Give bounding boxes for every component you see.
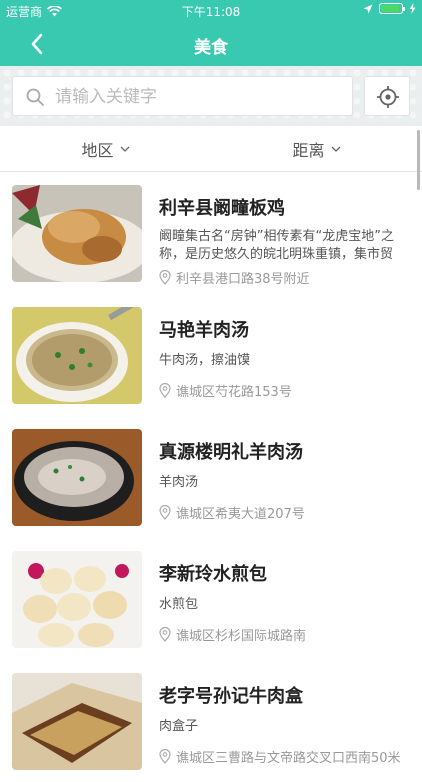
address-text: 谯城区希夷大道207号 — [176, 507, 305, 522]
address-text: 谯城区芍花路153号 — [176, 385, 292, 400]
locate-button[interactable] — [364, 76, 410, 116]
restaurant-address: 谯城区希夷大道207号 — [159, 503, 305, 522]
location-arrow-icon — [363, 4, 373, 13]
filter-region-dropdown[interactable]: 地区 — [0, 126, 211, 171]
restaurant-address: 谯城区杉杉国际城路南 — [159, 625, 306, 644]
restaurant-description: 羊肉汤 — [159, 475, 199, 490]
map-pin-icon — [159, 749, 171, 764]
map-pin-icon — [159, 383, 171, 398]
list-item[interactable]: 李新玲水煎包 水煎包 谯城区杉杉国际城路南 — [0, 538, 422, 660]
status-right — [363, 3, 416, 14]
search-icon — [26, 88, 44, 106]
list-item[interactable]: 真源楼明礼羊肉汤 羊肉汤 谯城区希夷大道207号 — [0, 416, 422, 538]
food-photo — [12, 307, 142, 404]
list-item[interactable]: 老字号孙记牛肉盒 肉盒子 谯城区三曹路与文帝路交叉口西南50米 — [0, 660, 422, 782]
filter-distance-dropdown[interactable]: 距离 — [211, 126, 422, 171]
page-title: 美食 — [194, 38, 228, 58]
filter-region-label: 地区 — [81, 140, 114, 160]
search-bar — [0, 66, 422, 126]
list-item[interactable]: 马艳羊肉汤 牛肉汤，擦油馍 谯城区芍花路153号 — [0, 294, 422, 416]
restaurant-name: 马艳羊肉汤 — [159, 320, 249, 341]
restaurant-address: 谯城区芍花路153号 — [159, 381, 292, 400]
food-photo — [12, 551, 142, 648]
map-pin-icon — [159, 505, 171, 520]
restaurant-name: 李新玲水煎包 — [159, 564, 267, 585]
restaurant-description: 阚疃集古名“房钟”相传素有“龙虎宝地”之称，是历史悠久的皖北明珠重镇，集市贸易… — [159, 229, 394, 262]
restaurant-name: 老字号孙记牛肉盒 — [159, 686, 303, 707]
map-pin-icon — [159, 270, 171, 285]
status-bar: 运营商 下午11:08 — [0, 0, 422, 22]
address-text: 利辛县港口路38号附近 — [176, 272, 310, 287]
list-item[interactable]: 利辛县阚疃板鸡 阚疃集古名“房钟”相传素有“龙虎宝地”之称，是历史悠久的皖北明珠… — [0, 172, 422, 294]
app-header: 运营商 下午11:08 美食 — [0, 0, 422, 66]
food-photo — [12, 185, 142, 282]
crosshair-icon — [377, 86, 399, 108]
restaurant-name: 真源楼明礼羊肉汤 — [159, 442, 303, 463]
restaurant-address: 利辛县港口路38号附近 — [159, 268, 310, 287]
charging-bolt-icon — [409, 3, 416, 14]
filter-distance-label: 距离 — [292, 140, 325, 160]
chevron-down-icon — [331, 146, 340, 152]
scroll-indicator[interactable] — [417, 130, 420, 190]
search-input[interactable] — [53, 77, 347, 117]
restaurant-list: 利辛县阚疃板鸡 阚疃集古名“房钟”相传素有“龙虎宝地”之称，是历史悠久的皖北明珠… — [0, 172, 422, 782]
restaurant-name: 利辛县阚疃板鸡 — [159, 198, 285, 219]
status-time: 下午11:08 — [181, 5, 241, 19]
restaurant-description: 水煎包 — [159, 597, 199, 612]
filter-bar: 地区 距离 — [0, 126, 422, 172]
food-photo — [12, 673, 142, 770]
chevron-down-icon — [120, 146, 129, 152]
map-pin-icon — [159, 627, 171, 642]
food-photo — [12, 429, 142, 526]
battery-icon — [379, 3, 405, 14]
address-text: 谯城区杉杉国际城路南 — [176, 629, 307, 644]
restaurant-description: 牛肉汤，擦油馍 — [159, 353, 251, 368]
nav-bar: 美食 — [0, 22, 422, 66]
restaurant-description: 肉盒子 — [159, 719, 199, 734]
search-box[interactable] — [12, 76, 353, 117]
